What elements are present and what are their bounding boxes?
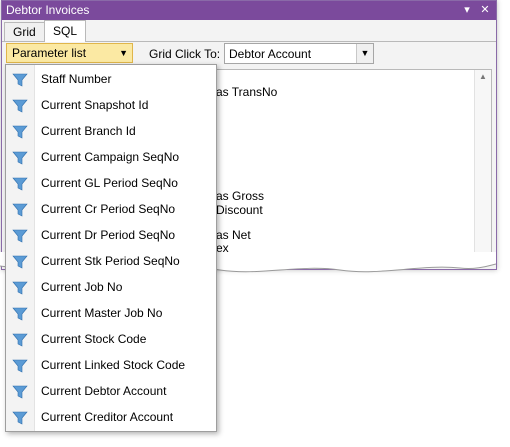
- menu-item-label: Current Creditor Account: [41, 410, 174, 424]
- sql-text: as Net: [216, 228, 251, 242]
- filter-icon: [12, 99, 28, 113]
- menu-item-label: Current Campaign SeqNo: [41, 150, 180, 164]
- menu-item-label: Current GL Period SeqNo: [41, 176, 178, 190]
- scroll-up-icon[interactable]: ▲: [475, 72, 491, 81]
- menu-item[interactable]: Current Job No: [6, 275, 215, 301]
- tab-grid[interactable]: Grid: [4, 22, 45, 41]
- filter-icon: [12, 151, 28, 165]
- menu-item-label: Staff Number: [41, 72, 112, 86]
- sql-text: Discount: [216, 203, 263, 217]
- filter-icon: [12, 333, 28, 347]
- filter-icon: [12, 307, 28, 321]
- menu-item[interactable]: Current Stk Period SeqNo: [6, 249, 215, 275]
- menu-item[interactable]: Current Debtor Account: [6, 379, 215, 405]
- filter-icon: [12, 281, 28, 295]
- vertical-scrollbar[interactable]: ▲: [474, 70, 491, 264]
- pin-icon[interactable]: ▾: [460, 2, 474, 18]
- filter-icon: [12, 411, 28, 425]
- close-icon[interactable]: ✕: [478, 2, 492, 18]
- menu-item[interactable]: Current Branch Id: [6, 119, 215, 145]
- menu-item[interactable]: Current GL Period SeqNo: [6, 171, 215, 197]
- menu-item[interactable]: Current Stock Code: [6, 327, 215, 353]
- grid-click-select[interactable]: Debtor Account ▼: [224, 43, 374, 64]
- filter-icon: [12, 255, 28, 269]
- tab-sql[interactable]: SQL: [44, 20, 87, 42]
- parameter-list-button[interactable]: Parameter list ▼: [6, 43, 133, 63]
- tab-strip: Grid SQL: [2, 20, 496, 42]
- sql-text: as Gross: [216, 189, 265, 203]
- menu-item-label: Current Master Job No: [41, 306, 163, 320]
- menu-item-label: Current Stock Code: [41, 332, 147, 346]
- menu-item-label: Current Dr Period SeqNo: [41, 228, 176, 242]
- window-title: Debtor Invoices: [6, 3, 90, 17]
- menu-item[interactable]: Current Dr Period SeqNo: [6, 223, 215, 249]
- menu-item-label: Current Stk Period SeqNo: [41, 254, 180, 268]
- filter-icon: [12, 229, 28, 243]
- menu-item[interactable]: Current Cr Period SeqNo: [6, 197, 215, 223]
- grid-click-label: Grid Click To:: [149, 47, 221, 61]
- menu-item[interactable]: Current Campaign SeqNo: [6, 145, 215, 171]
- sql-text: as TransNo: [216, 85, 278, 99]
- filter-icon: [12, 73, 28, 87]
- filter-icon: [12, 177, 28, 191]
- chevron-down-icon: ▼: [119, 48, 128, 58]
- menu-item[interactable]: Current Creditor Account: [6, 405, 215, 431]
- menu-item-label: Current Cr Period SeqNo: [41, 202, 176, 216]
- menu-item-label: Current Job No: [41, 280, 123, 294]
- menu-item[interactable]: Current Linked Stock Code: [6, 353, 215, 379]
- menu-item-label: Current Debtor Account: [41, 384, 167, 398]
- filter-icon: [12, 385, 28, 399]
- menu-item-label: Current Snapshot Id: [41, 98, 149, 112]
- menu-item-label: Current Branch Id: [41, 124, 136, 138]
- filter-icon: [12, 203, 28, 217]
- menu-item[interactable]: Current Snapshot Id: [6, 93, 215, 119]
- parameter-list-label: Parameter list: [12, 46, 87, 60]
- grid-click-value: Debtor Account: [229, 47, 312, 61]
- menu-item[interactable]: Current Master Job No: [6, 301, 215, 327]
- chevron-down-icon[interactable]: ▼: [356, 44, 373, 63]
- parameter-list-dropdown: Staff Number Current Snapshot Id Current B…: [5, 64, 217, 432]
- title-bar[interactable]: Debtor Invoices ▾ ✕: [2, 1, 496, 20]
- filter-icon: [12, 125, 28, 139]
- menu-item[interactable]: Staff Number: [6, 67, 215, 93]
- filter-icon: [12, 359, 28, 373]
- menu-item-label: Current Linked Stock Code: [41, 358, 186, 372]
